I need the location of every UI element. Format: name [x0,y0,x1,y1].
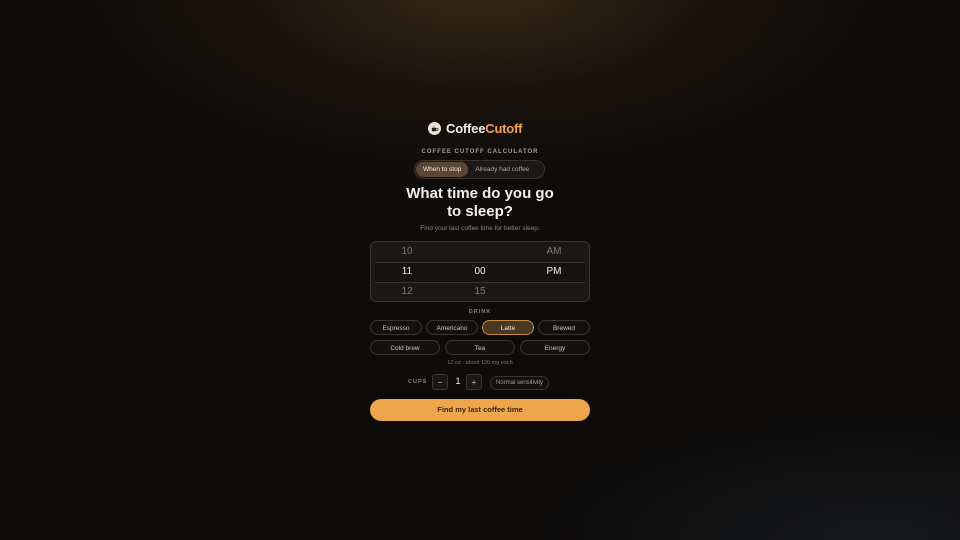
hour-option-prev[interactable]: 10 [387,246,427,257]
brand-name-part2: Cutoff [485,121,523,136]
drink-option-energy[interactable]: Energy [520,340,590,355]
page-subtitle: Find your last coffee time for better sl… [420,225,540,232]
drink-option-brewed[interactable]: Brewed [538,320,590,335]
minute-option-selected[interactable]: 00 [460,266,500,277]
minute-option-next[interactable]: 15 [460,286,500,297]
cups-decrement-button[interactable]: − [432,374,448,390]
drink-option-latte[interactable]: Latte [482,320,534,335]
page-title-line2: to sleep? [447,203,513,220]
time-picker[interactable]: 10 11 12 00 15 AM PM [370,241,590,302]
hour-option-selected[interactable]: 11 [387,266,427,277]
tab-already-had-coffee[interactable]: Already had coffee [468,162,536,177]
hour-option-next[interactable]: 12 [387,286,427,297]
drink-option-americano[interactable]: Americano [426,320,478,335]
page-title-line1: What time do you go [406,185,554,202]
tab-when-to-stop[interactable]: When to stop [416,162,469,177]
eyebrow-label: COFFEE CUTOFF CALCULATOR [421,149,539,155]
brand-name-part1: Coffee [446,121,486,136]
drink-option-espresso[interactable]: Espresso [370,320,422,335]
serving-note: 12 oz · about 120 mg each [447,360,513,366]
drink-section-label: DRINK [468,309,492,315]
page-title: What time do you go to sleep? [370,185,590,221]
period-option-pm[interactable]: PM [534,266,574,277]
find-cutoff-button[interactable]: Find my last coffee time [370,399,590,421]
coffee-cup-icon [428,122,441,135]
cups-label: CUPS [408,379,428,385]
mode-tabs: When to stop Already had coffee [414,160,545,179]
drink-option-tea[interactable]: Tea [445,340,515,355]
brand-logo[interactable]: CoffeeCutoff [428,121,523,136]
brand-name: CoffeeCutoff [446,121,523,136]
period-option-am[interactable]: AM [534,246,574,257]
cups-value: 1 [455,376,461,386]
cups-increment-button[interactable]: + [466,374,482,390]
background-glow [540,420,960,540]
sensitivity-toggle[interactable]: Normal sensitivity [490,376,550,390]
drink-option-cold-brew[interactable]: Cold brew [370,340,440,355]
